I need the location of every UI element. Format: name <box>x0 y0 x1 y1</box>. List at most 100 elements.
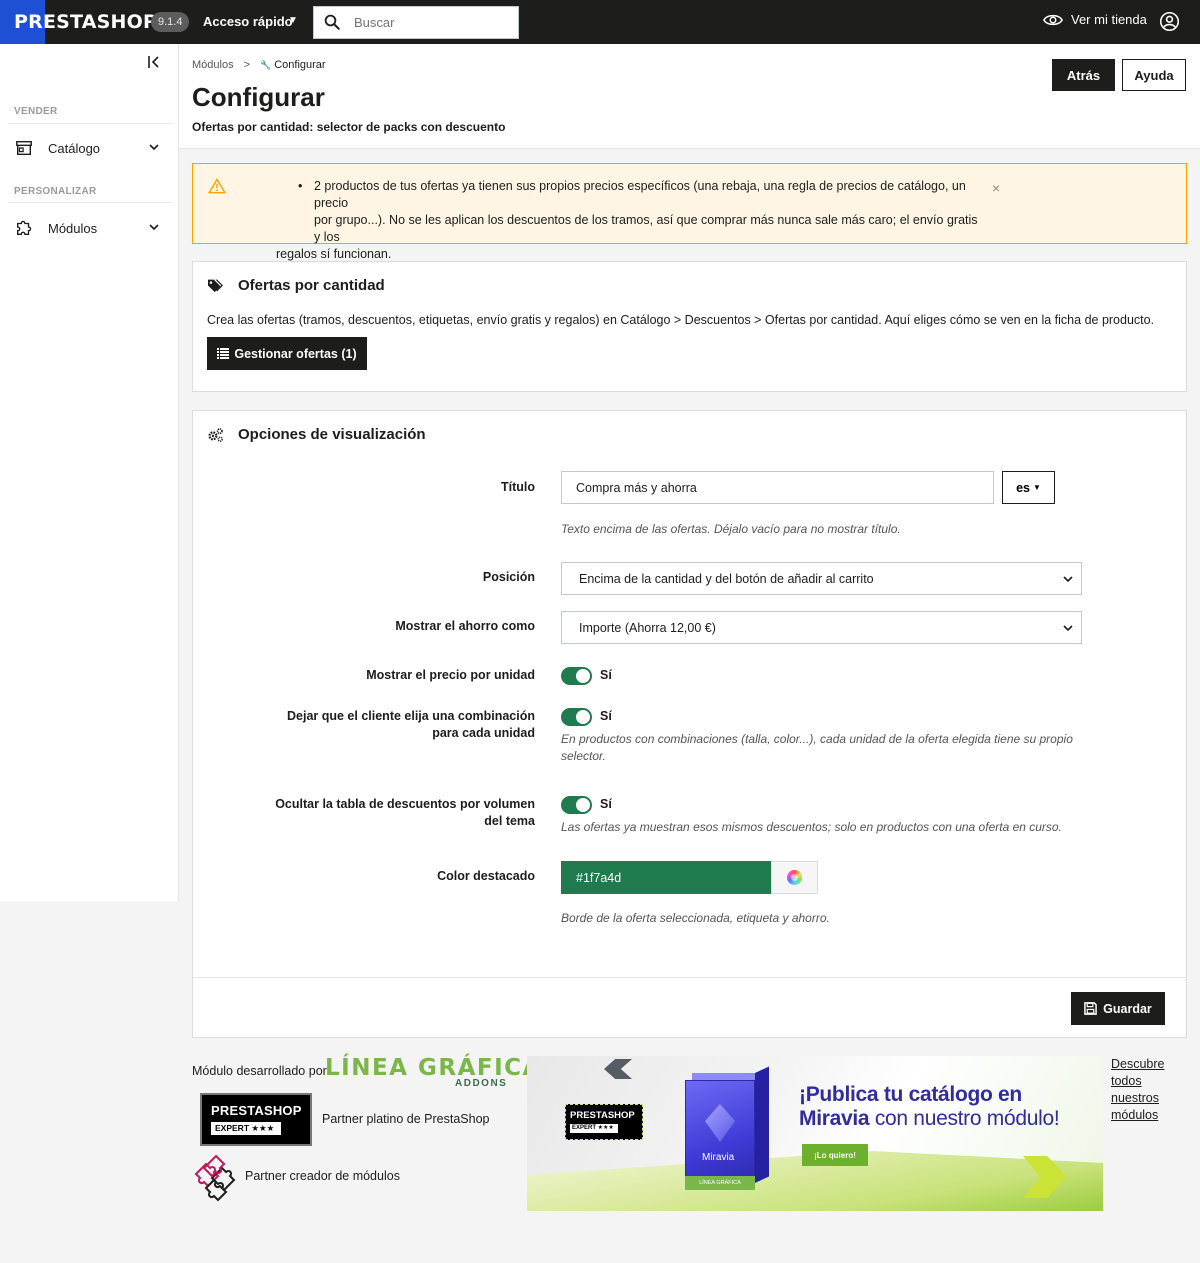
account-icon[interactable] <box>1159 11 1180 32</box>
unit-price-toggle[interactable] <box>561 667 592 685</box>
badge-subtitle: EXPERT ★★★ <box>211 1122 281 1135</box>
breadcrumb-modules[interactable]: Módulos <box>192 59 234 71</box>
banner-cta-button[interactable]: ¡Lo quiero! <box>802 1144 868 1166</box>
hide-table-label-line-1: Ocultar la tabla de descuentos por volum… <box>275 797 535 811</box>
view-store-link[interactable]: Ver mi tienda <box>1043 12 1147 27</box>
quick-access-button[interactable]: Acceso rápido <box>203 14 293 29</box>
module-creator-puzzle-icon <box>194 1154 236 1202</box>
linea-grafica-addons-text: ADDONS <box>455 1078 508 1089</box>
combination-help: En productos con combinaciones (talla, c… <box>561 731 1073 765</box>
offers-panel-title: Ofertas por cantidad <box>238 277 385 294</box>
close-icon[interactable]: × <box>992 180 1000 196</box>
back-button[interactable]: Atrás <box>1052 59 1115 91</box>
panel-footer-divider <box>193 977 1186 978</box>
page-subtitle: Ofertas por cantidad: selector de packs … <box>192 120 506 134</box>
toggle-knob <box>576 669 590 683</box>
unit-price-label: Mostrar el precio por unidad <box>366 668 535 682</box>
banner-headline: ¡Publica tu catálogo en <box>799 1083 1022 1106</box>
miravia-promo-banner[interactable]: PRESTASHOP EXPERT ★★★ Miravia LÍNEA GRÁF… <box>527 1056 1103 1211</box>
search-box[interactable] <box>313 6 519 39</box>
help-button[interactable]: Ayuda <box>1122 59 1186 91</box>
banner-headline-rest: con nuestro módulo! <box>869 1107 1060 1130</box>
alert-message: • 2 productos de tus ofertas ya tienen s… <box>276 178 981 263</box>
sidebar-item-modules[interactable]: Módulos <box>8 209 172 247</box>
discover-modules-link[interactable]: Descubre todos nuestros módulos <box>1111 1056 1171 1124</box>
offers-panel-description: Crea las ofertas (tramos, descuentos, et… <box>207 313 1155 327</box>
sidebar-divider <box>8 202 172 203</box>
list-icon <box>217 348 230 359</box>
hide-table-help: Las ofertas ya muestran esos mismos desc… <box>561 820 1062 834</box>
toggle-knob <box>576 798 590 812</box>
position-label: Posición <box>482 570 535 584</box>
banner-brand: Miravia <box>799 1107 870 1130</box>
version-badge: 9.1.4 <box>151 12 190 32</box>
color-picker-button[interactable] <box>771 861 818 894</box>
combination-toggle[interactable] <box>561 708 592 726</box>
product-box-side <box>755 1066 769 1183</box>
display-panel-title: Opciones de visualización <box>238 426 426 443</box>
panel-title: Opciones de visualización <box>207 426 426 443</box>
sidebar-item-label: Módulos <box>48 220 98 236</box>
sidebar-item-catalog[interactable]: Catálogo <box>8 129 172 167</box>
floppy-disk-icon <box>1084 1002 1097 1015</box>
savings-select[interactable]: Importe (Ahorra 12,00 €) <box>561 611 1082 644</box>
wrench-icon: 🔧 <box>260 59 272 70</box>
caret-down-icon[interactable]: ▼ <box>288 15 298 26</box>
breadcrumb-separator: > <box>243 59 251 71</box>
chevron-left-icon <box>604 1059 632 1079</box>
manage-offers-label: Gestionar ofertas (1) <box>234 346 357 361</box>
puzzle-icon <box>17 220 32 235</box>
combination-label: Dejar que el cliente elija una combinaci… <box>287 708 535 742</box>
badge-title: PRESTASHOP <box>211 1103 302 1118</box>
product-box-name: Miravia <box>702 1152 735 1163</box>
banner-badge-title: PRESTASHOP <box>570 1110 635 1121</box>
color-value: #1f7a4d <box>576 870 622 885</box>
banner-badge-subtitle: EXPERT ★★★ <box>570 1124 618 1133</box>
position-select[interactable]: Encima de la cantidad y del botón de aña… <box>561 562 1082 595</box>
offers-panel: Ofertas por cantidad Crea las ofertas (t… <box>192 261 1187 392</box>
warning-icon <box>208 178 226 194</box>
savings-selected-value: Importe (Ahorra 12,00 €) <box>579 620 716 635</box>
combination-state: Sí <box>600 709 612 723</box>
title-field-input[interactable] <box>561 471 994 504</box>
color-help: Borde de la oferta seleccionada, etiquet… <box>561 911 830 925</box>
alert-bullet: • <box>298 179 303 193</box>
chevron-down-icon <box>1063 576 1073 583</box>
alert-line-1: 2 productos de tus ofertas ya tienen sus… <box>314 179 966 210</box>
sidebar: VENDER Catálogo PERSONALIZAR Módulos <box>0 44 179 901</box>
hide-table-toggle[interactable] <box>561 796 592 814</box>
language-dropdown[interactable]: es ▼ <box>1002 471 1055 504</box>
eye-icon <box>1043 14 1063 25</box>
language-code: es <box>1016 480 1030 495</box>
prestashop-expert-badge: PRESTASHOP EXPERT ★★★ <box>200 1093 312 1146</box>
top-bar: PRESTASHOP 9.1.4 Acceso rápido ▼ Ver mi … <box>0 0 1200 44</box>
display-options-panel: Opciones de visualización Título es ▼ Te… <box>192 410 1187 1038</box>
title-field-help: Texto encima de las ofertas. Déjalo vací… <box>561 522 901 536</box>
page-title: Configurar <box>192 82 325 112</box>
prestashop-logo[interactable]: PRESTASHOP <box>14 11 157 33</box>
alert-line-2: por grupo...). No se les aplican los des… <box>314 213 978 244</box>
sidebar-section-customize: PERSONALIZAR <box>14 186 97 197</box>
tags-icon <box>208 279 223 293</box>
collapse-sidebar-icon[interactable] <box>146 54 162 70</box>
hide-table-state: Sí <box>600 797 612 811</box>
page-header: Módulos > 🔧 Configurar Configurar Oferta… <box>179 44 1200 149</box>
save-button[interactable]: Guardar <box>1071 992 1165 1025</box>
chevron-down-icon[interactable] <box>148 221 160 233</box>
view-store-label: Ver mi tienda <box>1071 12 1147 27</box>
unit-price-state: Sí <box>600 668 612 682</box>
banner-headline-2: Miravia con nuestro módulo! <box>799 1107 1060 1131</box>
banner-expert-badge: PRESTASHOP EXPERT ★★★ <box>565 1104 643 1140</box>
chevron-down-icon[interactable] <box>148 141 160 153</box>
toggle-knob <box>576 710 590 724</box>
search-icon[interactable] <box>323 13 341 31</box>
color-input[interactable]: #1f7a4d <box>561 861 772 894</box>
linea-grafica-logo[interactable]: LÍNEA GRÁFICA ADDONS <box>325 1055 542 1089</box>
module-creator-partner-text: Partner creador de módulos <box>245 1169 400 1183</box>
manage-offers-button[interactable]: Gestionar ofertas (1) <box>207 337 367 370</box>
sidebar-item-label: Catálogo <box>48 140 101 156</box>
search-input[interactable] <box>354 7 514 38</box>
platinum-partner-text: Partner platino de PrestaShop <box>322 1112 490 1126</box>
sidebar-divider <box>8 123 172 124</box>
breadcrumb: Módulos > 🔧 Configurar <box>192 59 326 71</box>
